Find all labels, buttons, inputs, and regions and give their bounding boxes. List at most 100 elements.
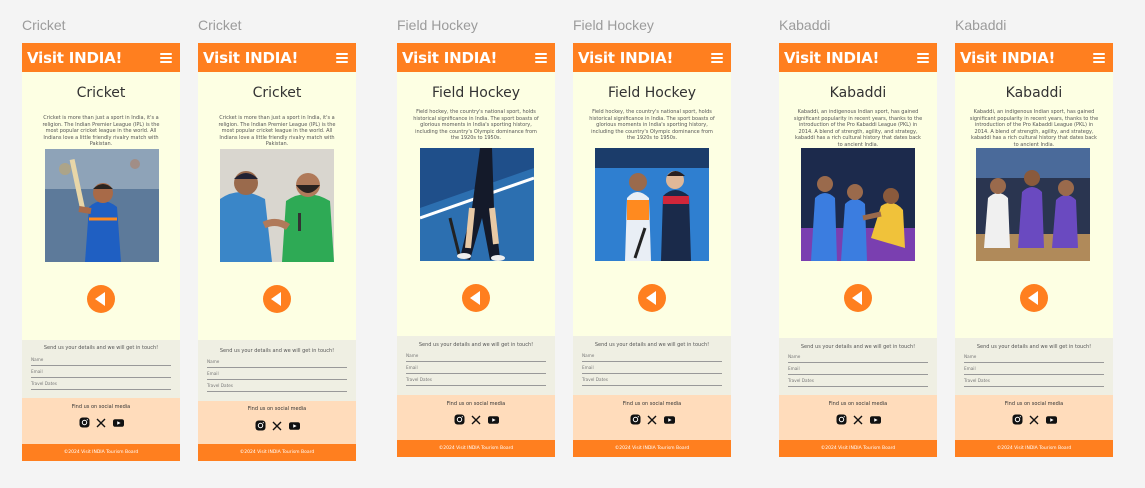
x-icon[interactable]: [272, 420, 283, 431]
hockey-players-photo: [595, 148, 709, 261]
name-field[interactable]: Name: [582, 352, 722, 362]
back-button[interactable]: [87, 285, 115, 313]
cricket-photo: [45, 149, 159, 262]
travel-dates-label: Travel Dates: [207, 383, 233, 388]
email-field[interactable]: Email: [406, 364, 546, 374]
back-button[interactable]: [462, 284, 490, 312]
frame-label: Kabaddi: [779, 17, 831, 33]
name-field[interactable]: Name: [788, 353, 928, 363]
x-icon[interactable]: [647, 414, 658, 425]
sport-description: Cricket is more than just a sport in Ind…: [218, 115, 336, 148]
hamburger-menu-icon[interactable]: [1093, 52, 1105, 63]
back-arrow-icon: [94, 292, 105, 306]
site-header: Visit INDIA!: [397, 43, 555, 72]
instagram-icon[interactable]: [454, 414, 465, 425]
youtube-icon[interactable]: [487, 414, 499, 425]
travel-dates-label: Travel Dates: [964, 378, 990, 383]
travel-dates-field[interactable]: Travel Dates: [207, 382, 347, 392]
social-title: Find us on social media: [1004, 401, 1064, 407]
travel-dates-field[interactable]: Travel Dates: [964, 377, 1104, 387]
name-label: Name: [788, 354, 801, 359]
social-section: Find us on social media: [397, 395, 555, 440]
email-field[interactable]: Email: [582, 364, 722, 374]
form-title: Send us your details and we will get in …: [976, 344, 1092, 350]
back-button[interactable]: [638, 284, 666, 312]
social-title: Find us on social media: [247, 406, 307, 412]
phone-frame-hockey-1: Visit INDIA! Field Hockey Field hockey, …: [397, 43, 555, 457]
name-field[interactable]: Name: [31, 356, 171, 366]
back-button[interactable]: [1020, 284, 1048, 312]
hamburger-menu-icon[interactable]: [711, 52, 723, 63]
site-header: Visit INDIA!: [573, 43, 731, 72]
contact-form: Send us your details and we will get in …: [397, 336, 555, 395]
youtube-icon[interactable]: [663, 414, 675, 425]
hockey-photo: [420, 148, 534, 261]
site-header: Visit INDIA!: [955, 43, 1113, 72]
travel-dates-label: Travel Dates: [582, 377, 608, 382]
instagram-icon[interactable]: [79, 417, 90, 428]
brand-logo[interactable]: Visit INDIA!: [960, 49, 1055, 67]
travel-dates-field[interactable]: Travel Dates: [31, 380, 171, 390]
back-button[interactable]: [263, 285, 291, 313]
instagram-icon[interactable]: [836, 414, 847, 425]
hamburger-menu-icon[interactable]: [535, 52, 547, 63]
instagram-icon[interactable]: [255, 420, 266, 431]
page-title: Cricket: [252, 85, 302, 101]
name-label: Name: [582, 353, 595, 358]
footer-text: ©2024 Visit INDIA Tourism Board: [438, 446, 514, 451]
contact-form: Send us your details and we will get in …: [955, 338, 1113, 395]
sport-description: Field hockey, the country's national spo…: [589, 109, 715, 142]
page-title: Cricket: [76, 85, 126, 101]
email-field[interactable]: Email: [31, 368, 171, 378]
email-field[interactable]: Email: [788, 365, 928, 375]
site-footer: ©2024 Visit INDIA Tourism Board: [198, 444, 356, 461]
hamburger-menu-icon[interactable]: [160, 52, 172, 63]
name-field[interactable]: Name: [207, 358, 347, 368]
instagram-icon[interactable]: [630, 414, 641, 425]
page-title: Kabaddi: [1005, 85, 1063, 101]
email-label: Email: [406, 365, 418, 370]
youtube-icon[interactable]: [288, 420, 300, 431]
youtube-icon[interactable]: [112, 417, 124, 428]
social-section: Find us on social media: [779, 395, 937, 440]
x-icon[interactable]: [471, 414, 482, 425]
phone-frame-cricket-2: Visit INDIA! Cricket Cricket is more tha…: [198, 43, 356, 461]
sport-description: Cricket is more than just a sport in Ind…: [42, 115, 160, 148]
x-icon[interactable]: [1029, 414, 1040, 425]
brand-logo[interactable]: Visit INDIA!: [402, 49, 497, 67]
social-title: Find us on social media: [71, 404, 131, 410]
form-title: Send us your details and we will get in …: [418, 342, 534, 348]
social-title: Find us on social media: [828, 401, 888, 407]
name-field[interactable]: Name: [964, 353, 1104, 363]
name-field[interactable]: Name: [406, 352, 546, 362]
hamburger-menu-icon[interactable]: [917, 52, 929, 63]
youtube-icon[interactable]: [869, 414, 881, 425]
travel-dates-field[interactable]: Travel Dates: [582, 376, 722, 386]
hamburger-menu-icon[interactable]: [336, 52, 348, 63]
brand-logo[interactable]: Visit INDIA!: [578, 49, 673, 67]
brand-logo[interactable]: Visit INDIA!: [784, 49, 879, 67]
frame-label: Kabaddi: [955, 17, 1007, 33]
form-title: Send us your details and we will get in …: [43, 345, 159, 351]
travel-dates-label: Travel Dates: [406, 377, 432, 382]
contact-form: Send us your details and we will get in …: [22, 340, 180, 398]
x-icon[interactable]: [853, 414, 864, 425]
email-label: Email: [964, 366, 976, 371]
youtube-icon[interactable]: [1045, 414, 1057, 425]
email-field[interactable]: Email: [207, 370, 347, 380]
brand-logo[interactable]: Visit INDIA!: [27, 49, 122, 67]
back-button[interactable]: [844, 284, 872, 312]
sport-description: Kabaddi, an indigenous Indian sport, has…: [969, 109, 1099, 148]
travel-dates-field[interactable]: Travel Dates: [788, 377, 928, 387]
travel-dates-field[interactable]: Travel Dates: [406, 376, 546, 386]
email-label: Email: [582, 365, 594, 370]
site-header: Visit INDIA!: [198, 43, 356, 72]
x-icon[interactable]: [96, 417, 107, 428]
form-title: Send us your details and we will get in …: [219, 348, 335, 354]
frame-label: Cricket: [198, 17, 242, 33]
brand-logo[interactable]: Visit INDIA!: [203, 49, 298, 67]
instagram-icon[interactable]: [1012, 414, 1023, 425]
name-label: Name: [406, 353, 419, 358]
social-section: Find us on social media: [22, 398, 180, 444]
email-field[interactable]: Email: [964, 365, 1104, 375]
